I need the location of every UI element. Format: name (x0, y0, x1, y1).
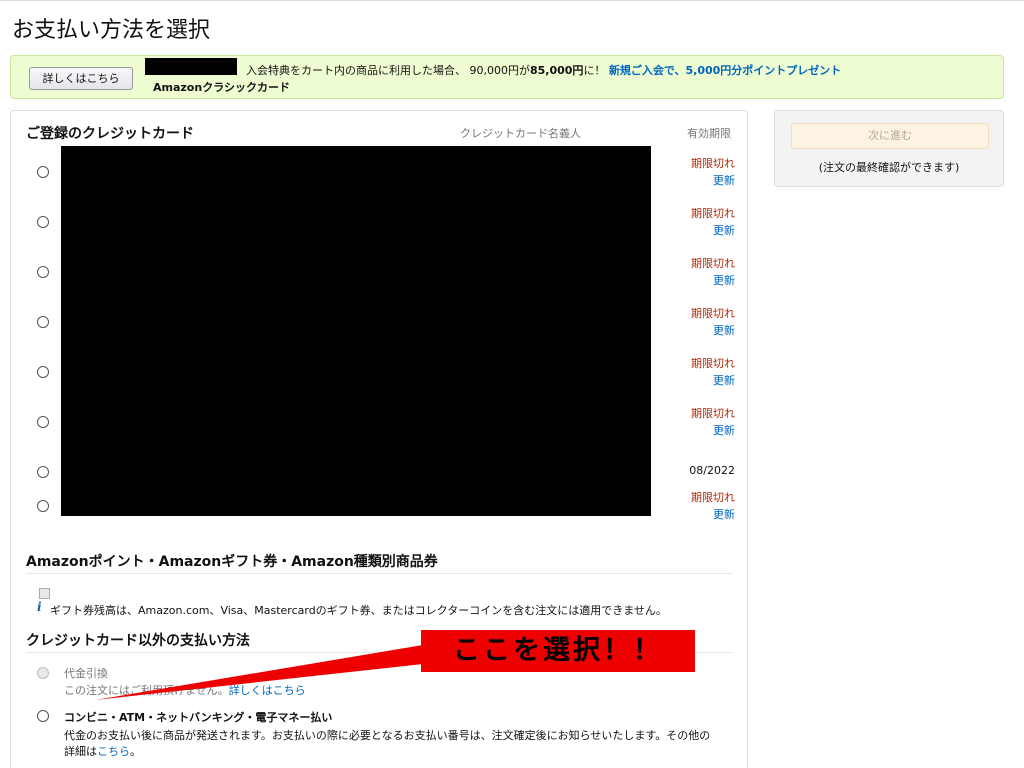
annotation-callout: ここを選択！！ (421, 630, 695, 672)
arrow-shape (95, 645, 423, 700)
